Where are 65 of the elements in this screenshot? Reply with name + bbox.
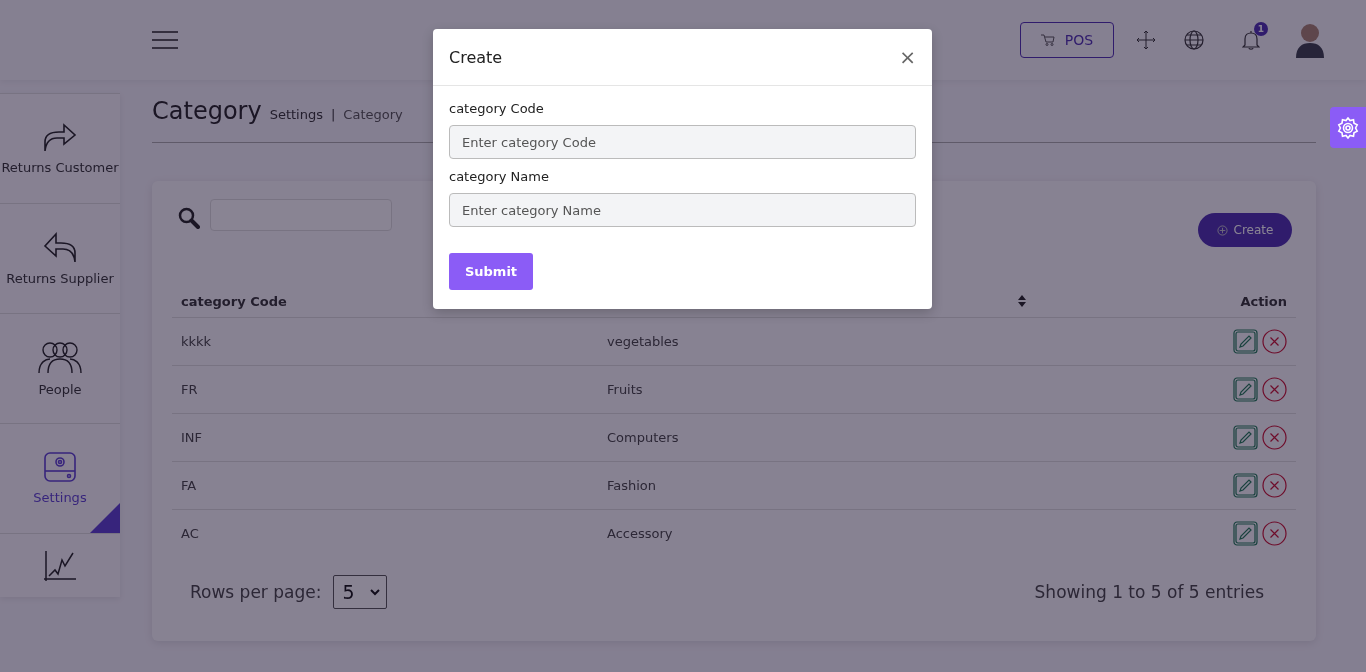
sidebar-item[interactable]: Returns Customer xyxy=(0,93,120,203)
cart-icon xyxy=(1040,34,1055,46)
globe-icon[interactable] xyxy=(1184,30,1204,50)
breadcrumb-item[interactable]: Settings xyxy=(269,107,323,122)
sidebar-item[interactable]: Settings xyxy=(0,423,120,533)
edit-icon[interactable] xyxy=(1233,473,1258,498)
table-cell: Fashion xyxy=(607,478,657,493)
edit-icon[interactable] xyxy=(1233,329,1258,354)
breadcrumb-item: Category xyxy=(343,107,403,122)
breadcrumb-item: | xyxy=(330,107,336,122)
sidebar-label: People xyxy=(38,382,82,397)
sidebar-item[interactable]: Returns Supplier xyxy=(0,203,120,313)
edit-icon[interactable] xyxy=(1233,521,1258,546)
sidebar-item[interactable]: People xyxy=(0,313,120,423)
dialog-title: Create xyxy=(449,47,503,67)
settings-tab[interactable] xyxy=(1330,107,1366,148)
table-cell: AC xyxy=(181,526,199,541)
move-arrows-icon[interactable] xyxy=(1136,30,1156,50)
input-field[interactable]: Enter category Name xyxy=(449,193,916,227)
reply-arrow-icon xyxy=(43,231,77,263)
entries-info: Showing 1 to 5 of 5 entries xyxy=(1034,582,1264,602)
table-cell: kkkk xyxy=(181,334,212,349)
notification-bell-icon[interactable] xyxy=(1242,30,1260,50)
chevron-down-icon xyxy=(370,588,381,596)
table-cell: vegetables xyxy=(607,334,679,349)
rows-per-page-label: Rows per page: xyxy=(190,582,322,602)
close-button[interactable]: × xyxy=(899,45,916,69)
rows-per-page-select[interactable]: 5 xyxy=(333,575,388,609)
menu-icon[interactable] xyxy=(152,31,178,49)
table-cell: Computers xyxy=(607,430,679,445)
delete-icon[interactable] xyxy=(1262,473,1287,498)
delete-icon[interactable] xyxy=(1262,425,1287,450)
avatar[interactable] xyxy=(1294,22,1326,58)
search-icon xyxy=(178,207,200,229)
delete-icon[interactable] xyxy=(1262,377,1287,402)
edit-icon[interactable] xyxy=(1233,425,1258,450)
create-button[interactable]: Create xyxy=(1198,213,1292,247)
column-header: Action xyxy=(1240,293,1287,309)
notification-badge: 1 xyxy=(1254,22,1268,36)
table-cell: INF xyxy=(181,430,203,445)
submit-button[interactable]: Submit xyxy=(449,253,533,290)
delete-icon[interactable] xyxy=(1262,521,1287,546)
field-label: category Name xyxy=(449,169,550,184)
share-arrow-icon xyxy=(43,122,77,152)
table-cell: Accessory xyxy=(607,526,673,541)
gear-icon xyxy=(1337,116,1359,139)
sort-icon[interactable] xyxy=(1017,294,1027,308)
line-chart-icon xyxy=(43,549,77,582)
input-field[interactable]: Enter category Code xyxy=(449,125,916,159)
edit-icon[interactable] xyxy=(1233,377,1258,402)
people-icon xyxy=(36,340,84,374)
table-cell: FR xyxy=(181,382,198,397)
pos-button[interactable]: POS xyxy=(1020,22,1114,58)
sidebar-label: Returns Customer xyxy=(1,160,119,175)
page-title: Category xyxy=(152,97,262,125)
settings-drive-icon xyxy=(43,452,77,482)
sidebar-label: Returns Supplier xyxy=(6,271,114,286)
plus-circle-icon xyxy=(1216,224,1228,236)
sidebar-label: Settings xyxy=(33,490,87,505)
delete-icon[interactable] xyxy=(1262,329,1287,354)
column-header: category Code xyxy=(181,293,287,309)
table-cell: FA xyxy=(181,478,197,493)
table-cell: Fruits xyxy=(607,382,643,397)
selected-corner-marker xyxy=(90,503,120,533)
field-label: category Code xyxy=(449,101,545,116)
